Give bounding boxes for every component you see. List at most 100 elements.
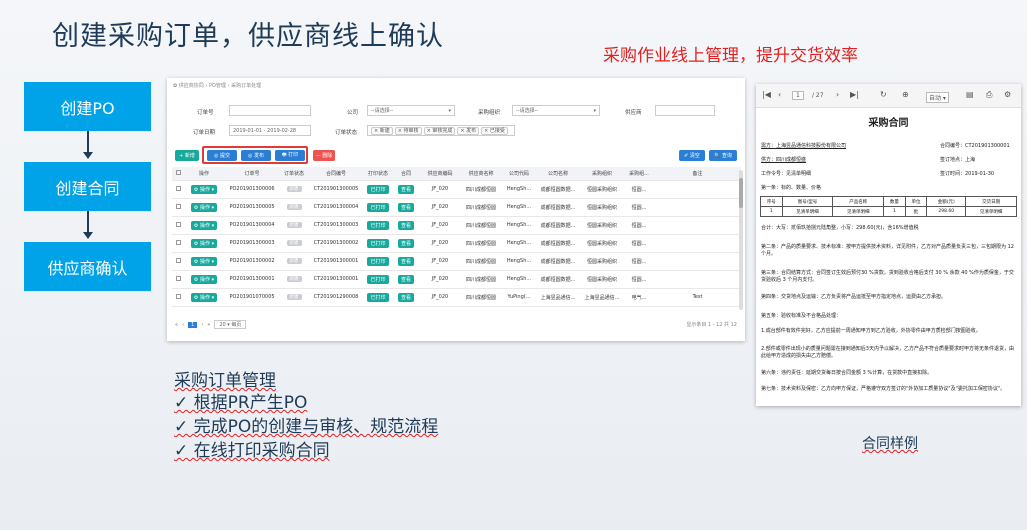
page-size-select[interactable]: 20 ▾ 每页 [214, 320, 247, 329]
add-button[interactable]: + 新增 [175, 150, 199, 161]
view-contract-button[interactable]: 查看 [397, 184, 414, 194]
po-number-cell[interactable]: PO201901300004 [224, 216, 280, 235]
po-number-cell[interactable]: PO201901300003 [224, 234, 280, 253]
table-row[interactable]: ⚙ 操作 ▾ PO201901300004 新建 CT201901300003 已打印查… [172, 216, 741, 235]
table-row[interactable]: ⚙ 操作 ▾ PO201901070005 新建 CT201901290008 已打印查… [172, 288, 741, 307]
order-no-input[interactable] [229, 105, 311, 116]
first-page-button[interactable]: « [175, 322, 178, 328]
row-action-button[interactable]: ⚙ 操作 ▾ [190, 220, 218, 230]
submit-button[interactable]: ◎ 提交 [207, 150, 237, 161]
po-number-cell[interactable]: PO201901300001 [224, 270, 280, 289]
checkbox-icon[interactable] [175, 257, 181, 263]
table-row[interactable]: ⚙ 操作 ▾ PO201901300002 新建 CT201901300001 已打印查… [172, 252, 741, 271]
table-row[interactable]: ⚙ 操作 ▾ PO201901300006 新建 CT201901300005 已打印查… [172, 180, 741, 199]
next-page-button[interactable]: › [201, 322, 203, 328]
vendor-name-cell: 四川成都恒圆 [460, 288, 502, 307]
table-scrollbar-thumb[interactable] [739, 178, 743, 208]
status-chip-approved[interactable]: × 审核完成 [423, 127, 456, 135]
column-header: 供应商名称 [460, 167, 502, 181]
row-checkbox-cell[interactable] [172, 216, 184, 235]
vendor-code-cell: JF_020 [420, 270, 460, 289]
contract-column-header: 序号 [760, 196, 783, 207]
po-number-cell[interactable]: PO201901300006 [224, 180, 280, 199]
row-checkbox-cell[interactable] [172, 288, 184, 307]
save-icon[interactable]: ▤ [966, 90, 974, 99]
column-header: 合同 [392, 167, 420, 181]
order-status-multiselect[interactable]: × 新建 × 待审核 × 审核完成 × 发布 × 已接受 [367, 125, 515, 136]
checkbox-icon[interactable] [175, 293, 181, 299]
table-row[interactable]: ⚙ 操作 ▾ PO201901300003 新建 CT201901300002 已打印查… [172, 234, 741, 253]
print-icon[interactable]: ⎙ [986, 90, 992, 100]
view-contract-button[interactable]: 查看 [397, 220, 414, 230]
column-header: 合同编号 [308, 167, 364, 181]
po-number-cell[interactable]: PO201901070005 [224, 288, 280, 307]
prev-page-button[interactable]: ‹ [182, 322, 184, 328]
row-action-button[interactable]: ⚙ 操作 ▾ [190, 274, 218, 284]
order-date-range-input[interactable]: 2019-01-01 - 2019-02-28 [229, 125, 311, 136]
po-number-cell[interactable]: PO201901300005 [224, 198, 280, 217]
row-action-button[interactable]: ⚙ 操作 ▾ [190, 256, 218, 266]
view-contract-button[interactable]: 查看 [397, 274, 414, 284]
row-checkbox-cell[interactable] [172, 180, 184, 199]
breadcrumb: ✿ 供应商协同 › PO管理 › 采购订单处理 [173, 83, 262, 89]
view-contract-button[interactable]: 查看 [397, 256, 414, 266]
checkbox-icon[interactable] [175, 185, 181, 191]
delete-button[interactable]: — 删除 [313, 150, 335, 161]
row-action-button[interactable]: ⚙ 操作 ▾ [190, 292, 218, 302]
search-button[interactable]: 🔍 查询 [709, 150, 737, 161]
row-checkbox-cell[interactable] [172, 234, 184, 253]
note-cell [654, 252, 741, 271]
status-chip-pending[interactable]: × 待审核 [394, 127, 422, 135]
contract-total: 合计：大写：贰佰玖拾捌元陆角整，小写：298.60(元)，含16%增值税 [761, 225, 919, 231]
rotate-icon[interactable]: ↻ [880, 90, 887, 99]
view-contract-button[interactable]: 查看 [397, 292, 414, 302]
status-chip-new[interactable]: × 新建 [371, 127, 393, 135]
row-checkbox-cell[interactable] [172, 252, 184, 271]
flow-step-create-contract: 创建合同 [24, 162, 151, 211]
po-number-cell[interactable]: PO201901300002 [224, 252, 280, 271]
gear-icon[interactable]: ⚙ [1004, 90, 1011, 99]
checkbox-icon[interactable] [175, 275, 181, 281]
row-action-button[interactable]: ⚙ 操作 ▾ [190, 238, 218, 248]
contract-items-table: 序号 图号/型号 产品名称 数量 单位 金额(元) 交货日期 1 见清单明细 见清单明细 1 批 29… [760, 196, 1017, 217]
view-contract-button[interactable]: 查看 [397, 238, 414, 248]
status-cell: 新建 [280, 198, 308, 217]
status-chip-published[interactable]: × 发布 [457, 127, 480, 135]
feature-item: ✓ 完成PO的创建与审核、规范流程 [174, 417, 439, 437]
last-page-button[interactable]: » [207, 322, 210, 328]
table-row[interactable]: ⚙ 操作 ▾ PO201901300001 新建 CT201901300001 已打印查… [172, 270, 741, 289]
last-page-icon[interactable]: ▶| [850, 90, 859, 99]
print-button[interactable]: 🖶 打印 [275, 150, 305, 161]
select-all-checkbox[interactable] [172, 167, 184, 181]
vendor-name-cell: 四川成都恒圆 [460, 252, 502, 271]
status-chip-accepted[interactable]: × 已接受 [481, 127, 508, 135]
table-row[interactable]: ⚙ 操作 ▾ PO201901300005 新建 CT201901300004 已打印查… [172, 198, 741, 217]
current-page[interactable]: 1 [188, 321, 198, 328]
row-checkbox-cell[interactable] [172, 198, 184, 217]
row-action-button[interactable]: ⚙ 操作 ▾ [190, 184, 218, 194]
purchase-org-cell: 恒圆采购组织 [580, 180, 624, 199]
arrow-down-icon [83, 232, 93, 239]
next-page-icon[interactable]: › [836, 90, 839, 99]
checkbox-icon[interactable] [175, 169, 181, 175]
page-number-input[interactable]: 1 [792, 91, 804, 100]
row-action-button[interactable]: ⚙ 操作 ▾ [190, 202, 218, 212]
contract-preview: |◀ ‹ 1 / 27 › ▶| ↻ ⊕ 自动 ▾ ▤ ⎙ ⚙ 采购合同 需方：… [756, 84, 1021, 406]
row-checkbox-cell[interactable] [172, 270, 184, 289]
status-cell: 新建 [280, 270, 308, 289]
contract-cell: 见清单明细 [832, 206, 885, 217]
first-page-icon[interactable]: |◀ [762, 90, 771, 99]
checkbox-icon[interactable] [175, 203, 181, 209]
zoom-select[interactable]: 自动 ▾ [926, 92, 949, 103]
checkbox-icon[interactable] [175, 239, 181, 245]
zoom-in-icon[interactable]: ⊕ [902, 90, 909, 99]
supplier-input[interactable] [655, 105, 715, 116]
view-contract-button[interactable]: 查看 [397, 202, 414, 212]
checkbox-icon[interactable] [175, 221, 181, 227]
prev-page-icon[interactable]: ‹ [778, 90, 781, 99]
clear-button[interactable]: ✐ 清空 [679, 150, 705, 161]
company-select[interactable]: --请选择-- ▾ [367, 105, 455, 116]
note-cell [654, 198, 741, 217]
purchase-org-select[interactable]: --请选择-- ▾ [512, 105, 600, 116]
publish-button[interactable]: ◎ 发布 [241, 150, 271, 161]
